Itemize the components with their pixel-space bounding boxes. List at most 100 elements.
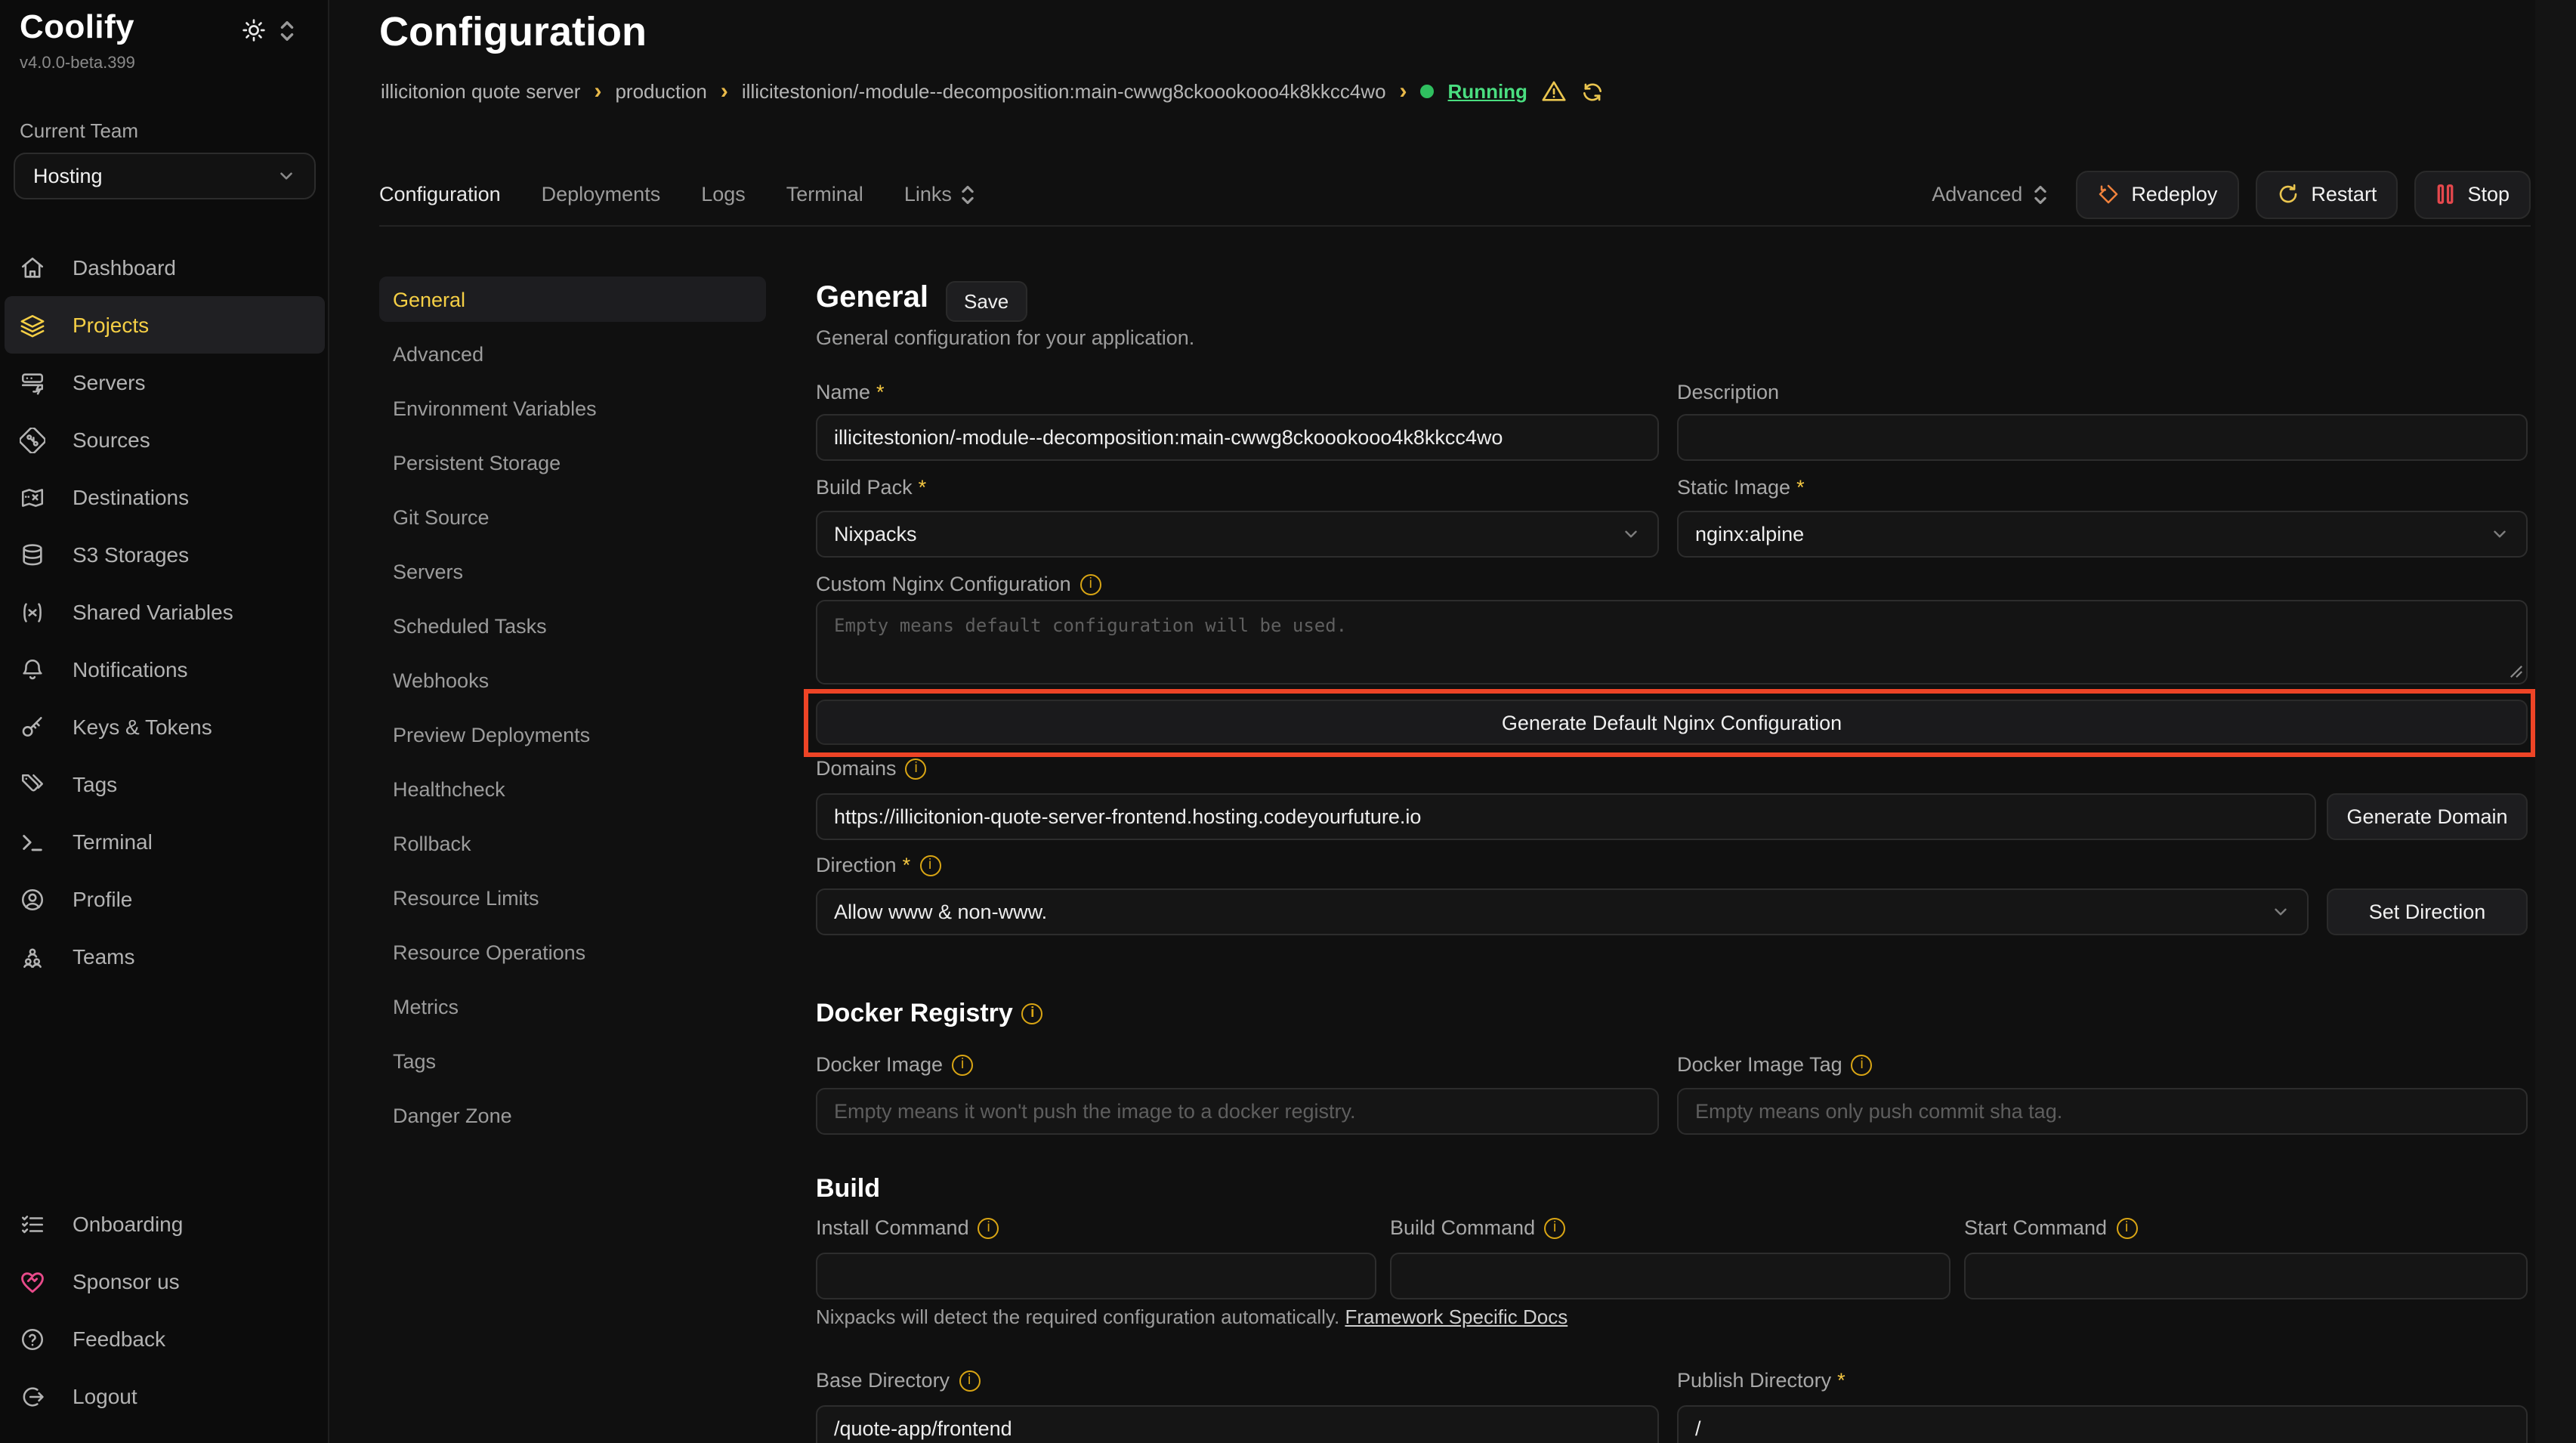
set-direction-button[interactable]: Set Direction <box>2327 888 2528 935</box>
info-icon <box>2116 1217 2137 1238</box>
home-icon <box>20 255 45 280</box>
sidebar-item-feedback[interactable]: Feedback <box>0 1310 329 1367</box>
status-running-link[interactable]: Running <box>1448 80 1527 103</box>
breadcrumb-environment[interactable]: production <box>615 80 706 103</box>
tab-logs[interactable]: Logs <box>701 183 746 205</box>
subnav-environment-variables[interactable]: Environment Variables <box>379 385 766 431</box>
sidebar-item-logout[interactable]: Logout <box>0 1367 329 1425</box>
sidebar-item-shared-variables[interactable]: Shared Variables <box>0 583 329 641</box>
subnav-tags[interactable]: Tags <box>379 1038 766 1083</box>
base-directory-input[interactable] <box>816 1405 1659 1443</box>
subnav-servers[interactable]: Servers <box>379 548 766 594</box>
domains-input[interactable] <box>816 793 2316 840</box>
app-logo[interactable]: Coolify <box>20 8 134 47</box>
build-command-input[interactable] <box>1390 1253 1951 1299</box>
users-icon <box>20 944 45 969</box>
tab-terminal[interactable]: Terminal <box>786 183 863 205</box>
subnav-danger-zone[interactable]: Danger Zone <box>379 1092 766 1138</box>
bell-icon <box>20 657 45 682</box>
subnav-preview-deployments[interactable]: Preview Deployments <box>379 712 766 757</box>
subnav-resource-limits[interactable]: Resource Limits <box>379 875 766 920</box>
sidebar-item-onboarding[interactable]: Onboarding <box>0 1195 329 1253</box>
sidebar-item-label: Profile <box>73 887 132 911</box>
direction-label: Direction* <box>816 854 941 876</box>
generate-default-nginx-button[interactable]: Generate Default Nginx Configuration <box>816 700 2528 745</box>
sidebar-item-label: Sources <box>73 428 150 452</box>
tab-links[interactable]: Links <box>904 183 974 205</box>
sidebar-item-keys-tokens[interactable]: Keys & Tokens <box>0 698 329 755</box>
name-input[interactable] <box>816 414 1659 461</box>
info-icon <box>952 1054 973 1075</box>
subnav-metrics[interactable]: Metrics <box>379 984 766 1029</box>
sidebar-item-sponsor-us[interactable]: Sponsor us <box>0 1253 329 1310</box>
publish-directory-label: Publish Directory* <box>1677 1369 1846 1392</box>
sidebar-nav: Dashboard Projects Servers Sources Desti… <box>0 239 329 985</box>
sidebar-item-projects[interactable]: Projects <box>5 296 325 354</box>
info-icon <box>906 758 927 779</box>
refresh-icon[interactable] <box>1580 79 1605 104</box>
docker-image-tag-label-text: Docker Image Tag <box>1677 1053 1842 1076</box>
theme-select[interactable] <box>242 18 295 42</box>
subnav-advanced[interactable]: Advanced <box>379 331 766 376</box>
docker-image-input[interactable] <box>816 1088 1659 1135</box>
description-input[interactable] <box>1677 414 2528 461</box>
subnav-general[interactable]: General <box>379 277 766 322</box>
custom-nginx-textarea[interactable] <box>816 600 2528 684</box>
sidebar-item-servers[interactable]: Servers <box>0 354 329 411</box>
page-title: Configuration <box>379 9 647 56</box>
install-command-input[interactable] <box>816 1253 1376 1299</box>
sidebar-item-profile[interactable]: Profile <box>0 870 329 928</box>
breadcrumb: illicitonion quote server production ill… <box>381 79 1605 104</box>
sidebar-item-label: Servers <box>73 370 145 394</box>
subnav-webhooks[interactable]: Webhooks <box>379 657 766 703</box>
subnav-persistent-storage[interactable]: Persistent Storage <box>379 440 766 485</box>
sidebar-item-notifications[interactable]: Notifications <box>0 641 329 698</box>
advanced-select[interactable]: Advanced <box>1932 183 2046 205</box>
sidebar-item-label: Onboarding <box>73 1212 183 1236</box>
tab-configuration[interactable]: Configuration <box>379 183 501 205</box>
static-image-select[interactable]: nginx:alpine <box>1677 511 2528 558</box>
build-pack-select[interactable]: Nixpacks <box>816 511 1659 558</box>
sidebar-item-dashboard[interactable]: Dashboard <box>0 239 329 296</box>
framework-docs-link[interactable]: Framework Specific Docs <box>1345 1305 1568 1328</box>
subnav-healthcheck[interactable]: Healthcheck <box>379 766 766 811</box>
section-general-subtitle: General configuration for your applicati… <box>816 326 1194 349</box>
generate-domain-button[interactable]: Generate Domain <box>2327 793 2528 840</box>
restart-button[interactable]: Restart <box>2255 170 2398 218</box>
docker-image-tag-input[interactable] <box>1677 1088 2528 1135</box>
save-button[interactable]: Save <box>946 281 1027 322</box>
sidebar-item-s3-storages[interactable]: S3 Storages <box>0 526 329 583</box>
start-command-input[interactable] <box>1964 1253 2528 1299</box>
custom-nginx-label: Custom Nginx Configuration <box>816 573 1101 595</box>
resize-handle-icon[interactable] <box>2510 665 2523 678</box>
sidebar-item-sources[interactable]: Sources <box>0 411 329 468</box>
sidebar-item-label: Destinations <box>73 485 189 509</box>
base-directory-label: Base Directory <box>816 1369 980 1392</box>
sidebar-item-teams[interactable]: Teams <box>0 928 329 985</box>
static-image-value: nginx:alpine <box>1695 523 1804 545</box>
subnav-scheduled-tasks[interactable]: Scheduled Tasks <box>379 603 766 648</box>
warning-triangle-icon <box>1541 79 1567 104</box>
help-circle-icon <box>20 1326 45 1352</box>
subnav-git-source[interactable]: Git Source <box>379 494 766 539</box>
sidebar-item-destinations[interactable]: Destinations <box>0 468 329 526</box>
sidebar-item-terminal[interactable]: Terminal <box>0 813 329 870</box>
sidebar: Coolify v4.0.0-beta.399 Current Team Hos… <box>0 0 329 1443</box>
sidebar-item-tags[interactable]: Tags <box>0 755 329 813</box>
tab-bar: Configuration Deployments Logs Terminal … <box>379 163 2531 227</box>
sidebar-item-label: Feedback <box>73 1327 165 1351</box>
required-asterisk: * <box>1837 1369 1846 1392</box>
redeploy-button[interactable]: Redeploy <box>2075 170 2238 218</box>
stop-button[interactable]: Stop <box>2414 170 2531 218</box>
tab-deployments[interactable]: Deployments <box>542 183 661 205</box>
subnav-resource-operations[interactable]: Resource Operations <box>379 929 766 975</box>
info-icon <box>1022 1003 1043 1024</box>
breadcrumb-resource[interactable]: illicitestonion/-module--decomposition:m… <box>742 80 1386 103</box>
direction-select[interactable]: Allow www & non-www. <box>816 888 2309 935</box>
breadcrumb-project[interactable]: illicitonion quote server <box>381 80 580 103</box>
subnav-rollback[interactable]: Rollback <box>379 820 766 866</box>
publish-directory-input[interactable] <box>1677 1405 2528 1443</box>
docker-image-label-text: Docker Image <box>816 1053 943 1076</box>
team-select[interactable]: Hosting <box>14 153 316 199</box>
required-asterisk: * <box>903 854 911 876</box>
